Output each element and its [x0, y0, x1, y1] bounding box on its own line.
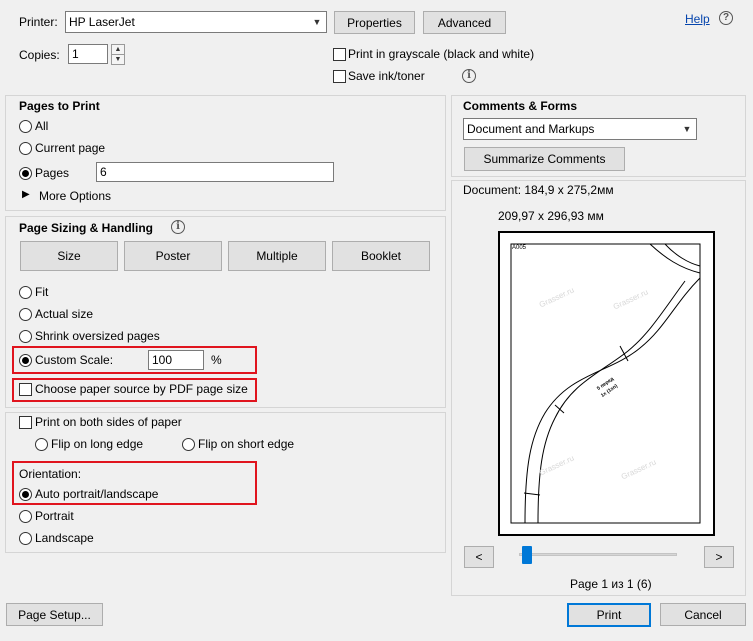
next-page-button[interactable]: > [704, 546, 734, 568]
save-ink-label: Save ink/toner [348, 69, 425, 83]
actual-size-radio[interactable] [19, 308, 32, 321]
grayscale-label: Print in grayscale (black and white) [348, 47, 535, 61]
pages-range-input[interactable]: 6 [96, 162, 334, 182]
auto-orientation-label: Auto portrait/landscape [35, 487, 159, 501]
landscape-label: Landscape [35, 531, 94, 545]
info-icon[interactable]: i [171, 220, 185, 234]
fit-label: Fit [35, 285, 49, 299]
auto-orientation-radio[interactable] [19, 488, 32, 501]
save-ink-checkbox[interactable] [333, 70, 346, 83]
comments-forms-title: Comments & Forms [463, 99, 578, 113]
current-page-radio[interactable] [19, 142, 32, 155]
booklet-tab-button[interactable]: Booklet [332, 241, 430, 271]
copies-input[interactable]: 1 [68, 44, 108, 64]
short-edge-radio[interactable] [182, 438, 195, 451]
comments-select-value: Document and Markups [467, 122, 595, 136]
both-sides-checkbox[interactable] [19, 416, 32, 429]
paper-size: 209,97 x 296,93 мм [498, 209, 604, 223]
document-size: Document: 184,9 x 275,2мм [463, 183, 614, 197]
page-preview: A005 Grasser.ru Grasser.ru Grasser.ru Gr… [498, 231, 715, 536]
page-slider-track[interactable] [519, 553, 677, 556]
shrink-radio[interactable] [19, 330, 32, 343]
page-setup-button[interactable]: Page Setup... [6, 603, 103, 626]
summarize-comments-button[interactable]: Summarize Comments [464, 147, 625, 171]
help-link[interactable]: Help [685, 11, 710, 27]
fit-radio[interactable] [19, 286, 32, 299]
custom-scale-label: Custom Scale: [35, 353, 114, 367]
grayscale-checkbox[interactable] [333, 48, 346, 61]
comments-select[interactable]: Document and Markups ▼ [463, 118, 697, 140]
actual-size-label: Actual size [35, 307, 94, 321]
paper-source-label: Choose paper source by PDF page size [35, 382, 248, 396]
orientation-title: Orientation: [19, 467, 82, 481]
pages-radio[interactable] [19, 167, 32, 180]
page-status: Page 1 из 1 (6) [570, 577, 652, 591]
portrait-radio[interactable] [19, 510, 32, 523]
short-edge-label: Flip on short edge [198, 437, 295, 451]
all-pages-label: All [35, 119, 49, 133]
all-pages-radio[interactable] [19, 120, 32, 133]
properties-button[interactable]: Properties [334, 11, 415, 34]
page-code: A005 [512, 245, 527, 251]
cancel-button[interactable]: Cancel [660, 603, 746, 626]
more-options-label[interactable]: More Options [39, 188, 111, 204]
help-icon[interactable]: ? [719, 11, 733, 25]
long-edge-radio[interactable] [35, 438, 48, 451]
triangle-right-icon[interactable]: ▶ [22, 189, 30, 200]
info-icon[interactable]: i [462, 69, 476, 83]
current-page-label: Current page [35, 141, 106, 155]
pages-label: Pages [35, 166, 70, 180]
paper-source-checkbox[interactable] [19, 383, 32, 396]
multiple-tab-button[interactable]: Multiple [228, 241, 326, 271]
custom-scale-radio[interactable] [19, 354, 32, 367]
printer-select-value: HP LaserJet [69, 15, 135, 29]
custom-scale-input[interactable]: 100 [148, 350, 204, 370]
percent-label: % [211, 353, 222, 367]
printer-select[interactable]: HP LaserJet ▼ [65, 11, 327, 33]
pages-to-print-title: Pages to Print [19, 99, 100, 113]
shrink-label: Shrink oversized pages [35, 329, 160, 343]
long-edge-label: Flip on long edge [51, 437, 144, 451]
page-slider-thumb[interactable] [521, 546, 532, 564]
chevron-down-icon: ▼ [682, 124, 692, 134]
portrait-label: Portrait [35, 509, 74, 523]
print-button[interactable]: Print [567, 603, 651, 627]
prev-page-button[interactable]: < [464, 546, 494, 568]
landscape-radio[interactable] [19, 532, 32, 545]
both-sides-label: Print on both sides of paper [35, 415, 182, 429]
copies-label: Copies: [19, 48, 60, 62]
size-tab-button[interactable]: Size [20, 241, 118, 271]
copies-decrement-icon[interactable]: ▼ [111, 54, 125, 65]
advanced-button[interactable]: Advanced [423, 11, 506, 34]
chevron-down-icon: ▼ [312, 17, 322, 27]
page-sizing-title: Page Sizing & Handling [19, 221, 154, 235]
poster-tab-button[interactable]: Poster [124, 241, 222, 271]
printer-label: Printer: [19, 15, 58, 29]
